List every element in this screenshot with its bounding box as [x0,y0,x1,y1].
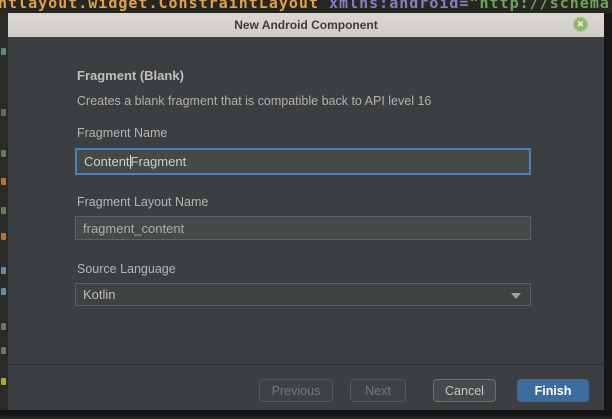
xml-tag-text: ntlayout.widget.ConstraintLayout [0,0,329,12]
code-fragment [1,109,6,116]
dialog-body: Fragment (Blank) Creates a blank fragmen… [8,37,604,410]
xml-code-line: ntlayout.widget.ConstraintLayout xmlns:a… [0,0,610,12]
code-fragment [1,207,6,214]
code-fragment [1,150,6,157]
code-fragment [1,288,6,295]
dropdown-arrow-icon [511,293,521,299]
template-heading: Fragment (Blank) [77,68,184,83]
button-bar-separator [8,364,604,365]
source-language-value: Kotlin [83,287,116,302]
dialog-titlebar[interactable]: New Android Component ✕ [8,13,604,37]
code-fragment [1,267,6,274]
close-button[interactable]: ✕ [573,17,588,32]
background-editor-bottom-sliver [0,410,612,419]
code-fragment [1,48,6,55]
code-fragment [1,347,6,354]
finish-button[interactable]: Finish [517,379,589,402]
code-fragment [1,178,6,185]
background-editor-right-sliver [604,13,612,419]
background-editor-code-strip: ntlayout.widget.ConstraintLayout xmlns:a… [0,0,612,13]
close-icon: ✕ [577,20,585,29]
source-language-label: Source Language [77,262,176,276]
fragment-layout-name-input[interactable]: fragment_content [75,216,531,240]
fragment-layout-name-label: Fragment Layout Name [77,195,208,209]
fragment-name-value-before-caret: Content [84,154,130,169]
dialog-title: New Android Component [234,18,378,32]
fragment-layout-name-value: fragment_content [83,221,184,236]
fragment-name-value-after-caret: Fragment [131,154,187,169]
code-fragment [1,378,6,385]
cancel-button[interactable]: Cancel [433,379,496,402]
background-editor-left-sliver [0,13,8,410]
xml-string-text: "http://schema [469,0,609,12]
next-button[interactable]: Next [350,379,406,402]
previous-button[interactable]: Previous [259,379,333,402]
source-language-dropdown[interactable]: Kotlin [75,283,531,306]
screen: ntlayout.widget.ConstraintLayout xmlns:a… [0,0,612,419]
fragment-name-input[interactable]: ContentFragment [75,148,531,175]
xml-attribute-text: xmlns:android= [329,0,469,12]
code-fragment [1,323,6,330]
template-description: Creates a blank fragment that is compati… [77,94,431,108]
code-fragment [1,233,6,240]
new-android-component-dialog: New Android Component ✕ Fragment (Blank)… [8,13,604,410]
fragment-name-label: Fragment Name [77,126,167,140]
